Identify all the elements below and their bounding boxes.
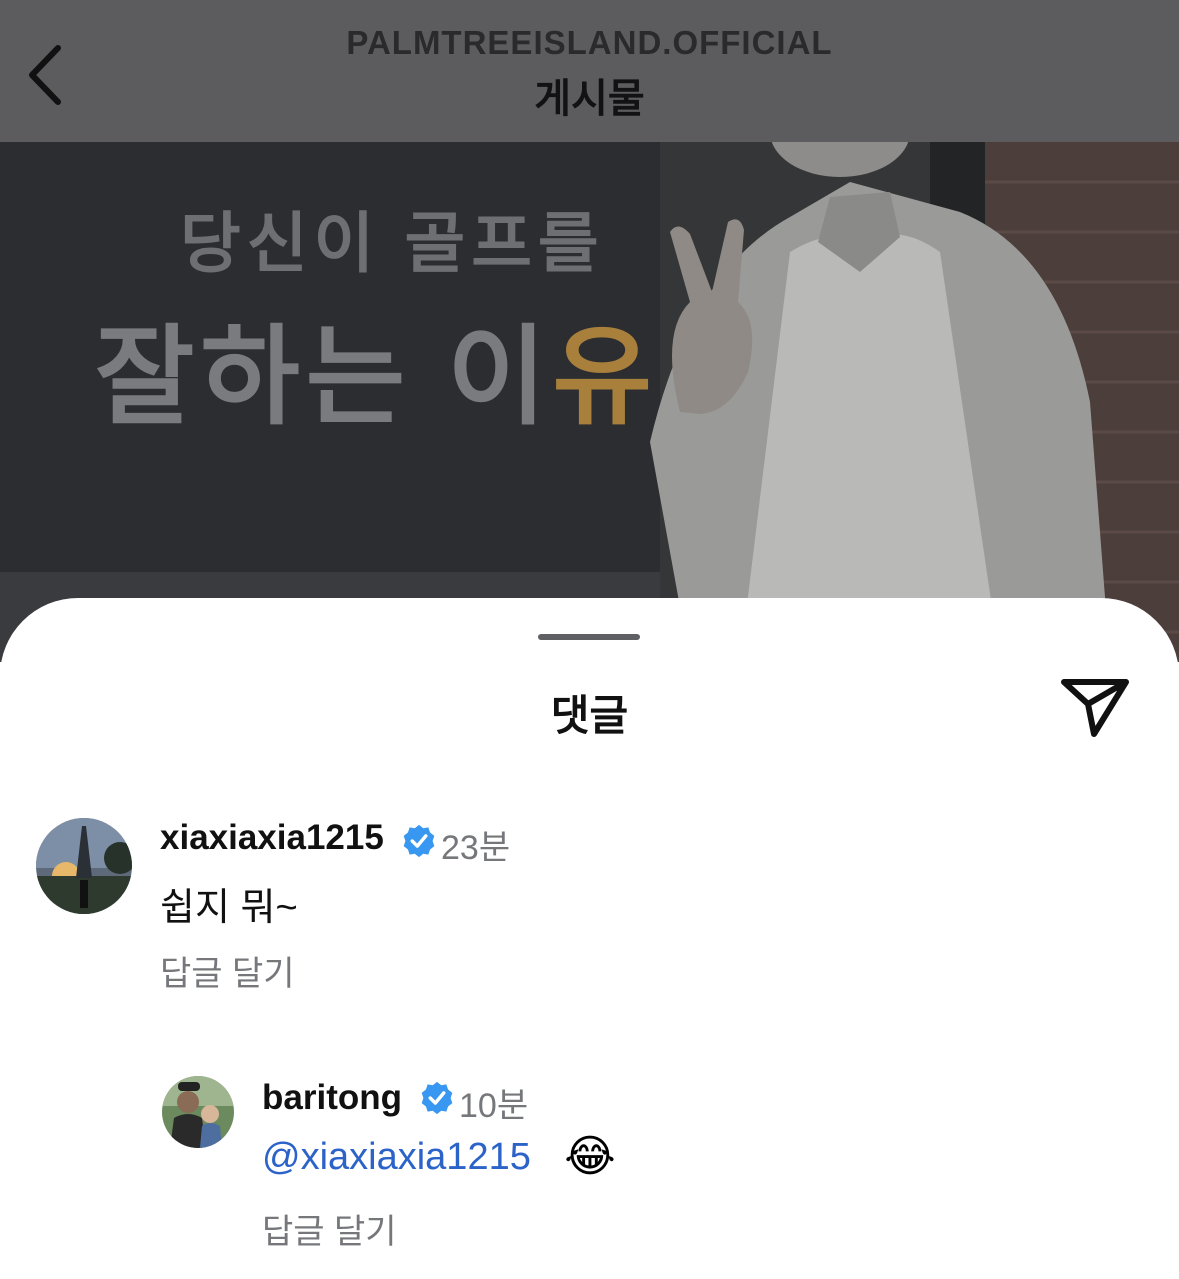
comment-username[interactable]: xiaxiaxia1215 (160, 818, 384, 858)
comment-text: 쉽지 뭐~ (160, 887, 298, 929)
comment-timestamp: 23분 (441, 829, 511, 867)
verified-badge-icon (421, 1081, 453, 1115)
sheet-drag-handle[interactable] (538, 634, 640, 640)
reply-button[interactable]: 답글 달기 (160, 946, 295, 995)
comment-username[interactable]: baritong (262, 1078, 402, 1118)
banner-text-line1: 당신이 골프를 (180, 206, 605, 280)
banner-text-main: 잘하는 이 (95, 316, 553, 437)
laughing-emoji-icon: 😂 (564, 1132, 616, 1181)
share-button[interactable] (1058, 672, 1132, 740)
comment-mention[interactable]: @xiaxiaxia1215 (262, 1136, 531, 1179)
avatar-baritong[interactable] (162, 1076, 234, 1148)
banner-text-accent: 유 (552, 316, 658, 437)
page-title: 게시물 (534, 77, 645, 121)
verified-badge-icon (403, 824, 435, 858)
avatar-image (36, 818, 132, 914)
top-nav-bar: PALMTREEISLAND.OFFICIAL 게시물 (0, 0, 1179, 142)
reply-button[interactable]: 답글 달기 (262, 1204, 397, 1253)
post-image[interactable]: 당신이 골프를 잘하는 이유 (0, 142, 1179, 662)
comment-timestamp: 10분 (459, 1087, 529, 1125)
avatar-xiaxiaxia1215[interactable] (36, 818, 132, 914)
account-name: PALMTREEISLAND.OFFICIAL (346, 24, 833, 61)
sheet-title: 댓글 (550, 692, 629, 739)
banner-text-line2: 잘하는 이유 (95, 290, 658, 446)
paper-plane-icon (1061, 679, 1129, 737)
avatar-image (162, 1076, 234, 1148)
